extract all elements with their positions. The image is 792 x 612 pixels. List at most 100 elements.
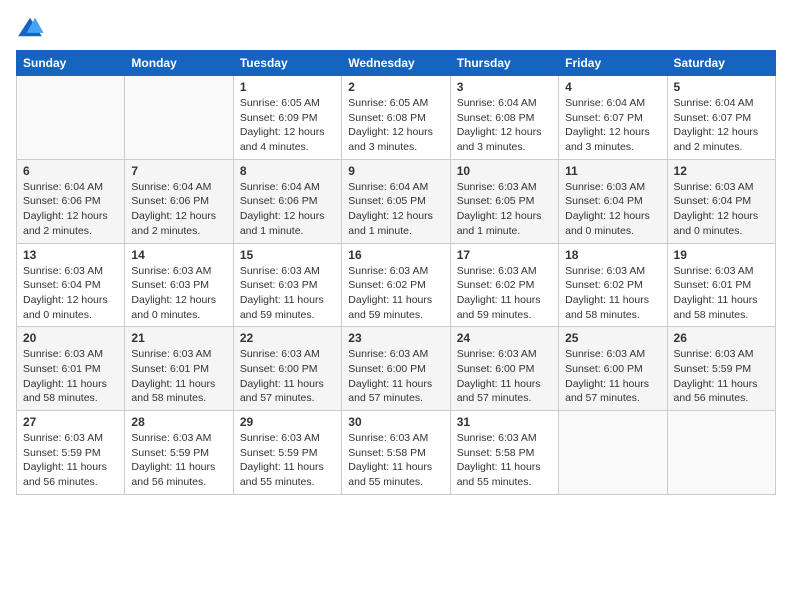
calendar-cell: 15 Sunrise: 6:03 AM Sunset: 6:03 PM Dayli…	[233, 243, 341, 327]
calendar-cell: 30 Sunrise: 6:03 AM Sunset: 5:58 PM Dayli…	[342, 411, 450, 495]
calendar-cell: 10Sunrise: 6:03 AM Sunset: 6:05 PM Dayli…	[450, 159, 558, 243]
day-info: Sunrise: 6:03 AM Sunset: 6:03 PM Dayligh…	[240, 264, 335, 323]
logo-icon	[16, 16, 44, 38]
day-info: Sunrise: 6:03 AM Sunset: 6:00 PM Dayligh…	[240, 347, 335, 406]
day-number: 2	[348, 80, 443, 94]
day-number: 13	[23, 248, 118, 262]
day-info: Sunrise: 6:03 AM Sunset: 6:04 PM Dayligh…	[565, 180, 660, 239]
calendar-cell: 11 Sunrise: 6:03 AM Sunset: 6:04 PM Dayli…	[559, 159, 667, 243]
day-number: 18	[565, 248, 660, 262]
day-number: 1	[240, 80, 335, 94]
calendar-cell: 19 Sunrise: 6:03 AM Sunset: 6:01 PM Dayli…	[667, 243, 775, 327]
day-info: Sunrise: 6:03 AM Sunset: 5:59 PM Dayligh…	[131, 431, 226, 490]
day-info: Sunrise: 6:03 AM Sunset: 6:04 PM Dayligh…	[23, 264, 118, 323]
day-info: Sunrise: 6:04 AM Sunset: 6:05 PM Dayligh…	[348, 180, 443, 239]
calendar-table: SundayMondayTuesdayWednesdayThursdayFrid…	[16, 50, 776, 495]
day-number: 11	[565, 164, 660, 178]
calendar-cell: 18 Sunrise: 6:03 AM Sunset: 6:02 PM Dayli…	[559, 243, 667, 327]
day-number: 6	[23, 164, 118, 178]
calendar-cell: 4Sunrise: 6:04 AM Sunset: 6:07 PM Daylig…	[559, 76, 667, 160]
calendar-week-row: 1 Sunrise: 6:05 AM Sunset: 6:09 PM Daylig…	[17, 76, 776, 160]
day-number: 3	[457, 80, 552, 94]
calendar-cell	[559, 411, 667, 495]
day-info: Sunrise: 6:04 AM Sunset: 6:08 PM Dayligh…	[457, 96, 552, 155]
calendar-cell	[667, 411, 775, 495]
day-number: 12	[674, 164, 769, 178]
calendar-cell: 12 Sunrise: 6:03 AM Sunset: 6:04 PM Dayli…	[667, 159, 775, 243]
day-number: 19	[674, 248, 769, 262]
calendar-cell: 25 Sunrise: 6:03 AM Sunset: 6:00 PM Dayli…	[559, 327, 667, 411]
header-wednesday: Wednesday	[342, 51, 450, 76]
day-info: Sunrise: 6:03 AM Sunset: 6:00 PM Dayligh…	[565, 347, 660, 406]
day-number: 30	[348, 415, 443, 429]
day-number: 28	[131, 415, 226, 429]
day-info: Sunrise: 6:03 AM Sunset: 6:01 PM Dayligh…	[674, 264, 769, 323]
day-info: Sunrise: 6:03 AM Sunset: 6:00 PM Dayligh…	[457, 347, 552, 406]
calendar-cell: 1 Sunrise: 6:05 AM Sunset: 6:09 PM Daylig…	[233, 76, 341, 160]
day-number: 24	[457, 331, 552, 345]
day-info: Sunrise: 6:03 AM Sunset: 6:05 PM Dayligh…	[457, 180, 552, 239]
day-info: Sunrise: 6:03 AM Sunset: 6:02 PM Dayligh…	[565, 264, 660, 323]
day-number: 26	[674, 331, 769, 345]
day-info: Sunrise: 6:03 AM Sunset: 5:58 PM Dayligh…	[457, 431, 552, 490]
day-number: 27	[23, 415, 118, 429]
calendar-cell: 13 Sunrise: 6:03 AM Sunset: 6:04 PM Dayli…	[17, 243, 125, 327]
header-sunday: Sunday	[17, 51, 125, 76]
calendar-cell: 8 Sunrise: 6:04 AM Sunset: 6:06 PM Daylig…	[233, 159, 341, 243]
calendar-cell: 14 Sunrise: 6:03 AM Sunset: 6:03 PM Dayli…	[125, 243, 233, 327]
day-number: 25	[565, 331, 660, 345]
day-number: 29	[240, 415, 335, 429]
day-info: Sunrise: 6:03 AM Sunset: 6:03 PM Dayligh…	[131, 264, 226, 323]
day-number: 16	[348, 248, 443, 262]
calendar-cell: 20 Sunrise: 6:03 AM Sunset: 6:01 PM Dayli…	[17, 327, 125, 411]
calendar-cell: 27 Sunrise: 6:03 AM Sunset: 5:59 PM Dayli…	[17, 411, 125, 495]
day-info: Sunrise: 6:03 AM Sunset: 6:00 PM Dayligh…	[348, 347, 443, 406]
day-number: 8	[240, 164, 335, 178]
calendar-cell: 26 Sunrise: 6:03 AM Sunset: 5:59 PM Dayli…	[667, 327, 775, 411]
day-number: 23	[348, 331, 443, 345]
day-number: 9	[348, 164, 443, 178]
header-monday: Monday	[125, 51, 233, 76]
day-number: 17	[457, 248, 552, 262]
day-info: Sunrise: 6:03 AM Sunset: 6:02 PM Dayligh…	[348, 264, 443, 323]
calendar-cell: 28 Sunrise: 6:03 AM Sunset: 5:59 PM Dayli…	[125, 411, 233, 495]
calendar-week-row: 6 Sunrise: 6:04 AM Sunset: 6:06 PM Daylig…	[17, 159, 776, 243]
header	[16, 16, 776, 38]
day-info: Sunrise: 6:04 AM Sunset: 6:06 PM Dayligh…	[131, 180, 226, 239]
calendar-cell	[125, 76, 233, 160]
day-info: Sunrise: 6:03 AM Sunset: 6:02 PM Dayligh…	[457, 264, 552, 323]
day-info: Sunrise: 6:04 AM Sunset: 6:07 PM Dayligh…	[674, 96, 769, 155]
day-info: Sunrise: 6:03 AM Sunset: 5:59 PM Dayligh…	[674, 347, 769, 406]
calendar-cell: 22 Sunrise: 6:03 AM Sunset: 6:00 PM Dayli…	[233, 327, 341, 411]
calendar-cell: 31 Sunrise: 6:03 AM Sunset: 5:58 PM Dayli…	[450, 411, 558, 495]
day-number: 20	[23, 331, 118, 345]
calendar-header-row: SundayMondayTuesdayWednesdayThursdayFrid…	[17, 51, 776, 76]
calendar-cell: 17 Sunrise: 6:03 AM Sunset: 6:02 PM Dayli…	[450, 243, 558, 327]
calendar-week-row: 13 Sunrise: 6:03 AM Sunset: 6:04 PM Dayli…	[17, 243, 776, 327]
logo	[16, 16, 48, 38]
calendar-cell: 3 Sunrise: 6:04 AM Sunset: 6:08 PM Daylig…	[450, 76, 558, 160]
calendar-cell: 21 Sunrise: 6:03 AM Sunset: 6:01 PM Dayli…	[125, 327, 233, 411]
calendar-cell: 9 Sunrise: 6:04 AM Sunset: 6:05 PM Daylig…	[342, 159, 450, 243]
header-saturday: Saturday	[667, 51, 775, 76]
calendar-cell: 23 Sunrise: 6:03 AM Sunset: 6:00 PM Dayli…	[342, 327, 450, 411]
day-number: 22	[240, 331, 335, 345]
day-info: Sunrise: 6:04 AM Sunset: 6:06 PM Dayligh…	[23, 180, 118, 239]
day-info: Sunrise: 6:05 AM Sunset: 6:09 PM Dayligh…	[240, 96, 335, 155]
day-info: Sunrise: 6:03 AM Sunset: 6:04 PM Dayligh…	[674, 180, 769, 239]
day-info: Sunrise: 6:03 AM Sunset: 5:58 PM Dayligh…	[348, 431, 443, 490]
calendar-cell: 7Sunrise: 6:04 AM Sunset: 6:06 PM Daylig…	[125, 159, 233, 243]
day-info: Sunrise: 6:03 AM Sunset: 6:01 PM Dayligh…	[131, 347, 226, 406]
day-number: 31	[457, 415, 552, 429]
calendar-week-row: 27 Sunrise: 6:03 AM Sunset: 5:59 PM Dayli…	[17, 411, 776, 495]
day-number: 15	[240, 248, 335, 262]
day-info: Sunrise: 6:03 AM Sunset: 6:01 PM Dayligh…	[23, 347, 118, 406]
day-number: 5	[674, 80, 769, 94]
day-number: 21	[131, 331, 226, 345]
day-number: 14	[131, 248, 226, 262]
calendar-cell: 6 Sunrise: 6:04 AM Sunset: 6:06 PM Daylig…	[17, 159, 125, 243]
header-friday: Friday	[559, 51, 667, 76]
day-info: Sunrise: 6:03 AM Sunset: 5:59 PM Dayligh…	[23, 431, 118, 490]
calendar-cell: 29Sunrise: 6:03 AM Sunset: 5:59 PM Dayli…	[233, 411, 341, 495]
day-info: Sunrise: 6:04 AM Sunset: 6:06 PM Dayligh…	[240, 180, 335, 239]
